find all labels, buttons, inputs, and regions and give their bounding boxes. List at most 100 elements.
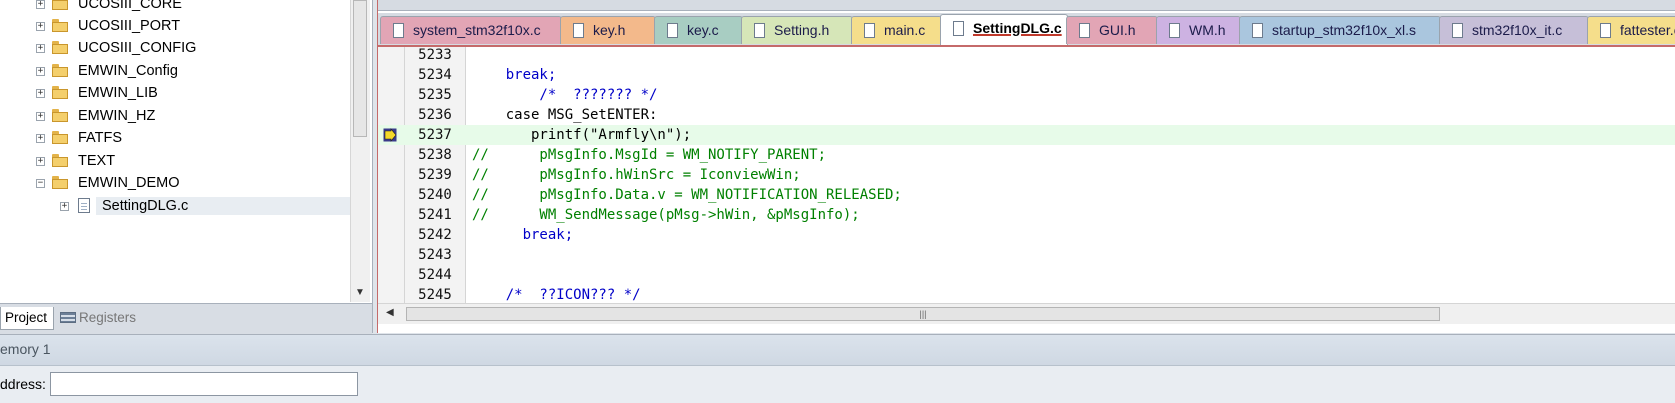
tree-item-folder[interactable]: + FATFS <box>0 129 350 151</box>
code-line[interactable]: 5243 <box>378 245 1675 265</box>
line-number: 5236 <box>418 107 452 123</box>
editor-frame: system_stm32f10x.c key.h key.c Setting.h mai… <box>377 0 1675 333</box>
memory-pane-title: emory 1 <box>0 341 51 357</box>
file-tab-label: main.c <box>884 22 926 38</box>
tree-item-folder[interactable]: + EMWIN_HZ <box>0 107 350 129</box>
tree-item-folder[interactable]: + UCOSIII_PORT <box>0 17 350 39</box>
file-tab[interactable]: GUI.h <box>1066 16 1158 44</box>
code-text: case MSG_SetENTER: <box>472 107 658 123</box>
tree-item-label: UCOSIII_CORE <box>78 0 182 12</box>
plus-box-icon[interactable]: + <box>36 44 45 53</box>
code-line[interactable]: 5236 case MSG_SetENTER: <box>378 105 1675 125</box>
file-tab[interactable]: main.c <box>851 16 942 44</box>
folder-icon <box>52 109 69 122</box>
tree-item-folder[interactable]: + EMWIN_Config <box>0 62 350 84</box>
code-line[interactable]: 5235 /* ??????? */ <box>378 85 1675 105</box>
plus-box-icon[interactable]: + <box>36 22 45 31</box>
plus-box-icon[interactable]: + <box>36 112 45 121</box>
file-tab[interactable]: startup_stm32f10x_xl.s <box>1239 16 1441 44</box>
plus-box-icon[interactable]: + <box>60 202 69 211</box>
code-text: // pMsgInfo.Data.v = WM_NOTIFICATION_REL… <box>472 187 902 203</box>
project-tree: + UCOSIII_CORE + UCOSIII_PORT + UCOSIII_CONFI… <box>0 0 350 302</box>
left-pane-tabs: Project Registers <box>0 303 372 334</box>
code-line[interactable]: 5242 break; <box>378 225 1675 245</box>
file-tab[interactable]: key.h <box>560 16 656 44</box>
tree-item-label: UCOSIII_PORT <box>78 18 181 34</box>
line-number: 5240 <box>418 187 452 203</box>
line-number: 5243 <box>418 247 452 263</box>
tree-item-folder[interactable]: + TEXT <box>0 152 350 174</box>
code-line[interactable]: 5237 printf("Armfly\n"); <box>378 125 1675 145</box>
file-icon <box>1452 23 1463 38</box>
tree-item-label: TEXT <box>78 153 116 169</box>
plus-box-icon[interactable]: − <box>36 179 45 188</box>
file-tab[interactable]: fattester.c <box>1587 16 1675 44</box>
tree-item-folder[interactable]: − EMWIN_DEMO <box>0 174 350 196</box>
plus-box-icon[interactable]: + <box>36 157 45 166</box>
file-icon <box>864 23 875 38</box>
plus-box-icon[interactable]: + <box>36 67 45 76</box>
tree-item-file[interactable]: + SettingDLG.c <box>0 197 350 219</box>
tree-scroll-thumb[interactable] <box>353 0 367 137</box>
code-line[interactable]: 5233 <box>378 47 1675 65</box>
file-icon <box>573 23 584 38</box>
tree-item-label: SettingDLG.c <box>96 197 350 215</box>
code-line[interactable]: 5240 // pMsgInfo.Data.v = WM_NOTIFICATION… <box>378 185 1675 205</box>
code-scroll-thumb[interactable]: ||| <box>406 307 1440 321</box>
code-text: printf("Armfly\n"); <box>472 127 692 143</box>
code-horizontal-scrollbar[interactable]: ◀ ||| <box>378 303 1675 324</box>
code-text: // pMsgInfo.MsgId = WM_NOTIFY_PARENT; <box>472 147 827 163</box>
code-line[interactable]: 5239 // pMsgInfo.hWinSrc = IconviewWin; <box>378 165 1675 185</box>
file-tab[interactable]: key.c <box>654 16 743 44</box>
tab-strip-top <box>378 0 1675 11</box>
folder-icon <box>52 131 69 144</box>
file-icon <box>1600 23 1611 38</box>
folder-icon <box>52 41 69 54</box>
file-tab[interactable]: SettingDLG.c <box>940 14 1068 45</box>
address-input[interactable] <box>50 372 358 396</box>
line-number: 5237 <box>418 127 452 143</box>
tree-item-folder[interactable]: + UCOSIII_CORE <box>0 0 350 17</box>
plus-box-icon[interactable]: + <box>36 134 45 143</box>
folder-icon <box>52 64 69 77</box>
tree-item-label: EMWIN_HZ <box>78 108 156 124</box>
tree-item-folder[interactable]: + UCOSIII_CONFIG <box>0 39 350 61</box>
line-number: 5235 <box>418 87 452 103</box>
code-text: break; <box>472 227 574 243</box>
tree-item-folder[interactable]: + EMWIN_LIB <box>0 84 350 106</box>
plus-box-icon[interactable]: + <box>36 89 45 98</box>
file-icon <box>754 23 765 38</box>
scroll-left-icon[interactable]: ◀ <box>386 307 394 318</box>
file-icon <box>1079 23 1090 38</box>
file-tab[interactable]: WM.h <box>1156 16 1241 44</box>
file-tab[interactable]: Setting.h <box>741 16 853 44</box>
tree-item-label: EMWIN_Config <box>78 63 178 79</box>
code-text: break; <box>472 67 557 83</box>
line-number: 5234 <box>418 67 452 83</box>
folder-icon <box>52 154 69 167</box>
code-line[interactable]: 5238 // pMsgInfo.MsgId = WM_NOTIFY_PARENT… <box>378 145 1675 165</box>
tree-vertical-scrollbar[interactable]: ▼ <box>350 0 370 302</box>
line-number: 5233 <box>418 47 452 63</box>
file-tab-label: Setting.h <box>774 22 830 38</box>
plus-box-icon[interactable]: + <box>36 0 45 9</box>
code-line[interactable]: 5244 <box>378 265 1675 285</box>
line-number: 5245 <box>418 287 452 303</box>
memory-pane-title-bar: emory 1 <box>0 335 1675 366</box>
code-line[interactable]: 5245 /* ??ICON??? */ <box>378 285 1675 303</box>
tab-project-label: Project <box>5 310 48 325</box>
file-tab[interactable]: stm32f10x_it.c <box>1439 16 1589 44</box>
file-tab[interactable]: system_stm32f10x.c <box>380 16 562 44</box>
code-editor[interactable]: 5233 5234 break; 5235 /* ??????? */5236 ca… <box>378 47 1675 303</box>
line-number: 5238 <box>418 147 452 163</box>
file-tab-label: system_stm32f10x.c <box>413 22 541 38</box>
code-line[interactable]: 5234 break; <box>378 65 1675 85</box>
code-line[interactable]: 5241 // WM_SendMessage(pMsg->hWin, &pMsgI… <box>378 205 1675 225</box>
file-tabs: system_stm32f10x.c key.h key.c Setting.h mai… <box>378 13 1675 47</box>
file-tab-label: SettingDLG.c <box>973 20 1062 36</box>
scroll-down-icon[interactable]: ▼ <box>353 286 367 300</box>
address-label: ddress: <box>0 376 46 392</box>
tab-registers[interactable]: Registers <box>56 307 142 329</box>
tab-project[interactable]: Project <box>0 307 55 330</box>
file-tab-label: startup_stm32f10x_xl.s <box>1272 22 1416 38</box>
